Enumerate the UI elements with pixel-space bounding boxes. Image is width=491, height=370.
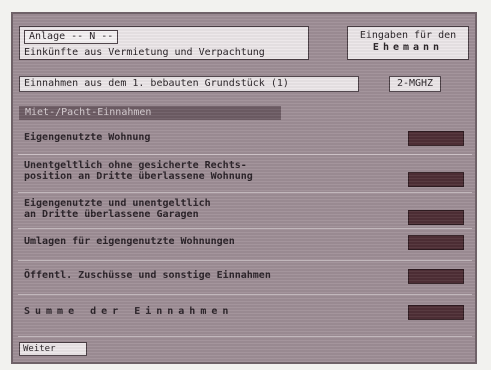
property-selector[interactable]: Einnahmen aus dem 1. bebauten Grundstück… bbox=[19, 76, 359, 92]
entry-for-person: Ehemann bbox=[372, 42, 444, 53]
footer-divider bbox=[18, 336, 472, 337]
amount-field[interactable] bbox=[408, 172, 464, 187]
entry-for-box: Eingaben für den Ehemann bbox=[347, 26, 469, 60]
item-label: Eigengenutzte Wohnung bbox=[24, 132, 151, 143]
item-label: Umlagen für eigengenutzte Wohnungen bbox=[24, 236, 235, 247]
form-tag: Anlage -- N -- bbox=[24, 30, 119, 44]
next-button-label: Weiter bbox=[23, 344, 56, 354]
mode-button-label: 2-MGHZ bbox=[396, 78, 434, 89]
divider bbox=[18, 294, 472, 295]
amount-field[interactable] bbox=[408, 131, 464, 146]
list-item: Summe der Einnahmen bbox=[18, 300, 472, 328]
amount-field[interactable] bbox=[408, 235, 464, 250]
divider bbox=[18, 192, 472, 193]
item-label: Summe der Einnahmen bbox=[24, 306, 234, 317]
section-bar-label: Miet-/Pacht-Einnahmen bbox=[25, 107, 152, 118]
section-bar: Miet-/Pacht-Einnahmen bbox=[19, 106, 281, 120]
amount-field[interactable] bbox=[408, 269, 464, 284]
amount-field[interactable] bbox=[408, 305, 464, 320]
form-header: Anlage -- N -- Einkünfte aus Vermietung … bbox=[19, 26, 309, 60]
item-label: Eigengenutzte und unentgeltlich an Dritt… bbox=[24, 198, 211, 220]
list-item: Unentgeltlich ohne gesicherte Rechts- po… bbox=[18, 158, 472, 190]
divider bbox=[18, 154, 472, 155]
divider bbox=[18, 228, 472, 229]
amount-field[interactable] bbox=[408, 210, 464, 225]
list-item: Öffentl. Zuschüsse und sonstige Einnahme… bbox=[18, 264, 472, 292]
item-label: Unentgeltlich ohne gesicherte Rechts- po… bbox=[24, 160, 253, 182]
list-item: Eigengenutzte Wohnung bbox=[18, 126, 472, 154]
form-subtitle: Einkünfte aus Vermietung und Verpachtung bbox=[24, 47, 265, 58]
entry-for-label: Eingaben für den bbox=[359, 30, 457, 41]
list-item: Umlagen für eigengenutzte Wohnungen bbox=[18, 230, 472, 258]
divider bbox=[18, 260, 472, 261]
item-label: Öffentl. Zuschüsse und sonstige Einnahme… bbox=[24, 270, 271, 281]
next-button[interactable]: Weiter bbox=[19, 342, 87, 356]
mode-button[interactable]: 2-MGHZ bbox=[389, 76, 441, 92]
list-item: Eigengenutzte und unentgeltlich an Dritt… bbox=[18, 196, 472, 228]
property-selector-label: Einnahmen aus dem 1. bebauten Grundstück… bbox=[24, 78, 289, 89]
terminal-screen: Anlage -- N -- Einkünfte aus Vermietung … bbox=[11, 12, 477, 364]
